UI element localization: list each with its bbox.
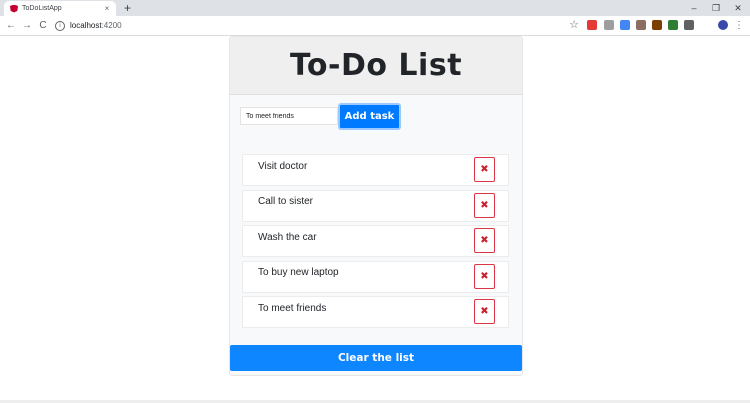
clear-list-button[interactable]: Clear the list [230, 345, 522, 371]
extension-icon[interactable] [620, 20, 630, 30]
extension-icon[interactable] [587, 20, 597, 30]
task-item: Visit doctor ✖ [242, 154, 509, 186]
menu-kebab-icon[interactable]: ⋮ [732, 16, 746, 35]
add-task-button[interactable]: Add task [338, 103, 401, 130]
delete-x-icon: ✖ [480, 235, 489, 246]
extension-icon[interactable] [604, 20, 614, 30]
tab-close-icon[interactable]: × [102, 4, 112, 13]
reload-icon[interactable]: C [36, 16, 50, 35]
browser-toolbar: ← → C i localhost:4200 ☆ ⋮ [0, 16, 750, 36]
delete-task-button[interactable]: ✖ [474, 299, 495, 324]
task-input[interactable] [240, 107, 338, 125]
delete-x-icon: ✖ [480, 270, 489, 282]
task-item: Wash the car ✖ [242, 225, 509, 257]
task-label: Visit doctor [258, 160, 308, 172]
task-label: To meet friends [258, 302, 327, 314]
task-label: Wash the car [258, 231, 317, 243]
extension-icon[interactable] [652, 20, 662, 30]
todo-card: To-Do List Add task Visit doctor ✖ Call … [229, 36, 523, 376]
address-bar[interactable]: i localhost:4200 [55, 18, 570, 33]
url-port: :4200 [101, 21, 122, 30]
minimize-button[interactable]: – [683, 0, 705, 16]
angular-favicon-icon [10, 4, 18, 13]
task-item: Call to sister ✖ [242, 189, 509, 222]
forward-arrow-icon[interactable]: → [20, 16, 34, 35]
restore-button[interactable]: ❐ [705, 0, 727, 16]
bookmark-star-icon[interactable]: ☆ [567, 16, 581, 35]
site-info-icon[interactable]: i [55, 20, 65, 31]
extension-icon[interactable] [684, 20, 694, 30]
delete-task-button[interactable]: ✖ [474, 192, 495, 218]
extension-icon[interactable] [636, 20, 646, 30]
task-list: Visit doctor ✖ Call to sister ✖ Wash the… [242, 154, 509, 332]
task-item: To meet friends ✖ [242, 296, 509, 328]
close-window-button[interactable]: ✕ [727, 0, 749, 16]
delete-x-icon: ✖ [480, 164, 489, 175]
profile-avatar-icon[interactable] [718, 20, 728, 30]
back-arrow-icon[interactable]: ← [4, 16, 18, 35]
new-tab-button[interactable]: + [124, 0, 131, 16]
page-title: To-Do List [289, 48, 463, 83]
task-label: Call to sister [258, 196, 314, 207]
delete-task-button[interactable]: ✖ [474, 228, 495, 253]
delete-x-icon: ✖ [480, 306, 489, 317]
delete-task-button[interactable]: ✖ [474, 157, 495, 182]
tab-title: ToDoListApp [22, 5, 62, 12]
browser-tab[interactable]: ToDoListApp × [4, 1, 116, 16]
task-item: To buy new laptop ✖ [242, 260, 509, 293]
task-label: To buy new laptop [258, 267, 339, 278]
delete-x-icon: ✖ [480, 199, 489, 211]
browser-titlebar: ToDoListApp × + – ❐ ✕ [0, 0, 750, 16]
card-header: To-Do List [230, 37, 522, 95]
extension-icon[interactable] [668, 20, 678, 30]
delete-task-button[interactable]: ✖ [474, 263, 495, 289]
url-host: localhost [70, 21, 102, 30]
